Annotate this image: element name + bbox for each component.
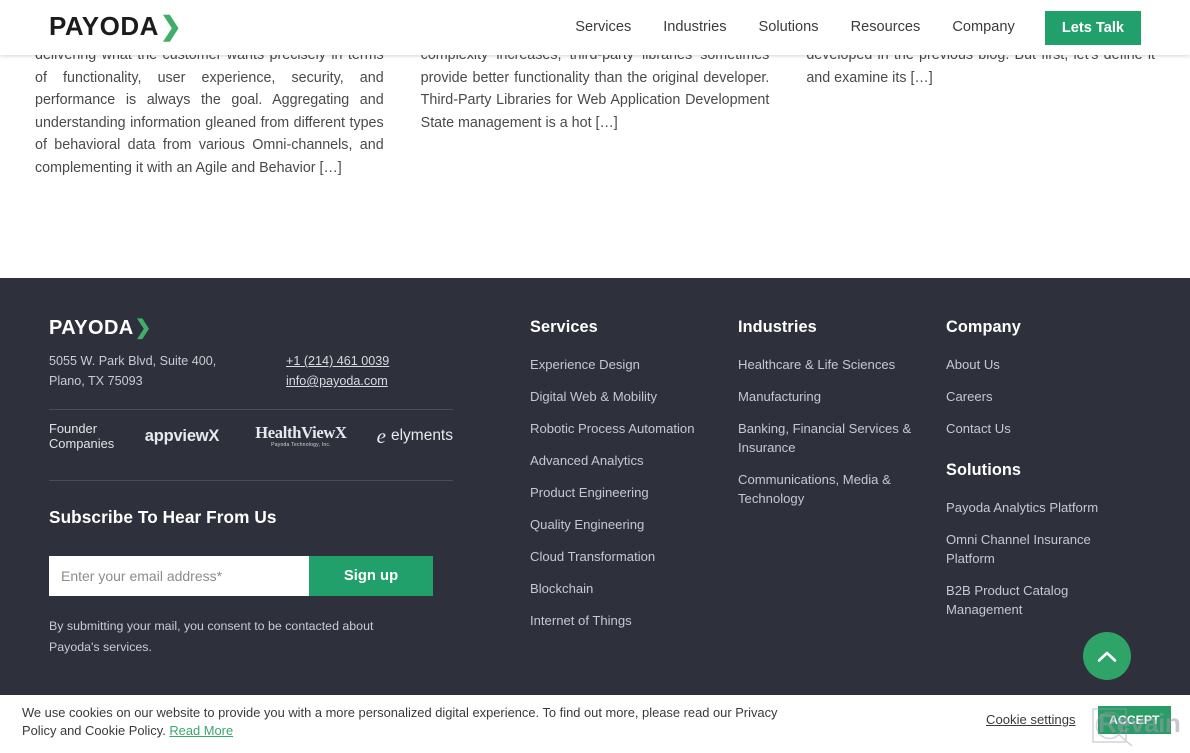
footer-link-manufacturing[interactable]: Manufacturing bbox=[738, 387, 934, 406]
signup-button[interactable]: Sign up bbox=[309, 556, 433, 596]
footer-link-contact-us[interactable]: Contact Us bbox=[946, 419, 1141, 438]
nav-item-solutions[interactable]: Solutions bbox=[743, 0, 835, 55]
footer-link-healthcare-life-sciences[interactable]: Healthcare & Life Sciences bbox=[738, 355, 934, 374]
cookie-banner-text: We use cookies on our website to provide… bbox=[22, 704, 812, 739]
excerpt-column: developed in the previous blog. But firs… bbox=[806, 44, 1155, 180]
footer-link-digital-web-mobility[interactable]: Digital Web & Mobility bbox=[530, 387, 730, 406]
footer-link-blockchain[interactable]: Blockchain bbox=[530, 579, 730, 598]
footer-address: 5055 W. Park Blvd, Suite 400, Plano, TX … bbox=[49, 351, 286, 391]
site-header: PAYODA ❯ Services Industries Solutions R… bbox=[0, 0, 1190, 55]
nav-item-services[interactable]: Services bbox=[559, 0, 647, 55]
subscribe-consent-text: By submitting your mail, you consent to … bbox=[49, 619, 374, 654]
address-line-2: Plano, TX 75093 bbox=[49, 374, 143, 388]
excerpt-text: delivering what the customer wants preci… bbox=[35, 47, 384, 176]
cookie-settings-link[interactable]: Cookie settings bbox=[986, 712, 1076, 727]
footer-logo-chevron-icon: ❯ bbox=[134, 317, 152, 339]
brand-healthviewx-name: HealthViewX bbox=[255, 423, 347, 443]
nav-item-company[interactable]: Company bbox=[936, 0, 1030, 55]
excerpt-column: complexity increases, third-party librar… bbox=[421, 44, 770, 180]
scroll-to-top-button[interactable] bbox=[1083, 632, 1131, 680]
footer-column-industries: Industries Healthcare & Life Sciences Ma… bbox=[738, 318, 934, 521]
footer-link-about-us[interactable]: About Us bbox=[946, 355, 1141, 374]
footer-heading-services: Services bbox=[530, 318, 598, 336]
footer-link-banking-financial-services-insurance[interactable]: Banking, Financial Services & Insurance bbox=[738, 419, 934, 457]
footer-link-quality-engineering[interactable]: Quality Engineering bbox=[530, 515, 730, 534]
footer-left-column: PAYODA ❯ 5055 W. Park Blvd, Suite 400, P… bbox=[49, 318, 453, 657]
founder-companies-label: Founder Companies bbox=[49, 421, 115, 451]
footer-address-row: 5055 W. Park Blvd, Suite 400, Plano, TX … bbox=[49, 351, 453, 391]
footer-heading-industries: Industries bbox=[738, 318, 817, 336]
phone-link[interactable]: +1 (214) 461 0039 bbox=[286, 351, 389, 371]
logo-chevron-icon: ❯ bbox=[159, 11, 182, 41]
page-root: delivering what the customer wants preci… bbox=[0, 0, 1190, 753]
footer-heading-company: Company bbox=[946, 318, 1021, 336]
logo-text: PAYODA bbox=[49, 11, 159, 41]
footer-heading-solutions: Solutions bbox=[946, 461, 1022, 479]
excerpt-text: complexity increases, third-party librar… bbox=[420, 47, 770, 131]
footer-divider-bottom bbox=[49, 480, 453, 481]
brand-healthviewx-subtitle: Payoda Technology, Inc. bbox=[271, 441, 331, 448]
email-input[interactable] bbox=[49, 556, 309, 596]
brand-appviewx-logo[interactable]: appviewX bbox=[145, 427, 220, 446]
cookie-accept-button[interactable]: ACCEPT bbox=[1098, 706, 1171, 734]
email-link[interactable]: info@payoda.com bbox=[286, 371, 389, 391]
subscribe-title: Subscribe To Hear From Us bbox=[49, 507, 277, 527]
lets-talk-button[interactable]: Lets Talk bbox=[1044, 10, 1141, 45]
footer-link-robotic-process-automation[interactable]: Robotic Process Automation bbox=[530, 419, 730, 438]
footer-link-payoda-analytics-platform[interactable]: Payoda Analytics Platform bbox=[946, 498, 1141, 517]
founder-companies-row: Founder Companies appviewX HealthViewX P… bbox=[49, 410, 453, 462]
footer-link-b2b-product-catalog-management[interactable]: B2B Product Catalog Management bbox=[946, 581, 1141, 619]
brand-elyments-name: elyments bbox=[390, 427, 453, 444]
footer-logo[interactable]: PAYODA ❯ bbox=[49, 318, 453, 338]
footer-contact: +1 (214) 461 0039 info@payoda.com bbox=[286, 351, 389, 391]
chevron-up-icon bbox=[1097, 651, 1117, 662]
footer-logo-text: PAYODA bbox=[49, 317, 134, 339]
footer-link-careers[interactable]: Careers bbox=[946, 387, 1141, 406]
footer-link-experience-design[interactable]: Experience Design bbox=[530, 355, 730, 374]
excerpt-columns: delivering what the customer wants preci… bbox=[35, 44, 1155, 180]
main-navigation: Services Industries Solutions Resources … bbox=[559, 0, 1141, 55]
site-footer: PAYODA ❯ 5055 W. Park Blvd, Suite 400, P… bbox=[0, 278, 1190, 753]
footer-link-communications-media-technology[interactable]: Communications, Media & Technology bbox=[738, 470, 934, 508]
footer-link-internet-of-things[interactable]: Internet of Things bbox=[530, 611, 730, 630]
footer-column-company: Company About Us Careers Contact Us Solu… bbox=[946, 318, 1141, 632]
cookie-read-more-link[interactable]: Read More bbox=[169, 723, 233, 738]
footer-link-product-engineering[interactable]: Product Engineering bbox=[530, 483, 730, 502]
footer-link-omni-channel-insurance-platform[interactable]: Omni Channel Insurance Platform bbox=[946, 530, 1141, 568]
brand-healthviewx-logo[interactable]: HealthViewX Payoda Technology, Inc. bbox=[255, 423, 347, 448]
nav-item-resources[interactable]: Resources bbox=[835, 0, 937, 55]
site-logo[interactable]: PAYODA ❯ bbox=[49, 13, 182, 39]
footer-link-advanced-analytics[interactable]: Advanced Analytics bbox=[530, 451, 730, 470]
nav-item-industries[interactable]: Industries bbox=[647, 0, 742, 55]
footer-column-services: Services Experience Design Digital Web &… bbox=[530, 318, 730, 643]
subscribe-form: Sign up bbox=[49, 556, 453, 596]
address-line-1: 5055 W. Park Blvd, Suite 400, bbox=[49, 354, 217, 368]
cookie-banner-message: We use cookies on our website to provide… bbox=[22, 705, 778, 738]
elyments-mark-icon: e bbox=[376, 423, 386, 448]
excerpt-column: delivering what the customer wants preci… bbox=[35, 44, 384, 180]
footer-link-cloud-transformation[interactable]: Cloud Transformation bbox=[530, 547, 730, 566]
brand-elyments-logo[interactable]: e elyments bbox=[376, 423, 453, 448]
